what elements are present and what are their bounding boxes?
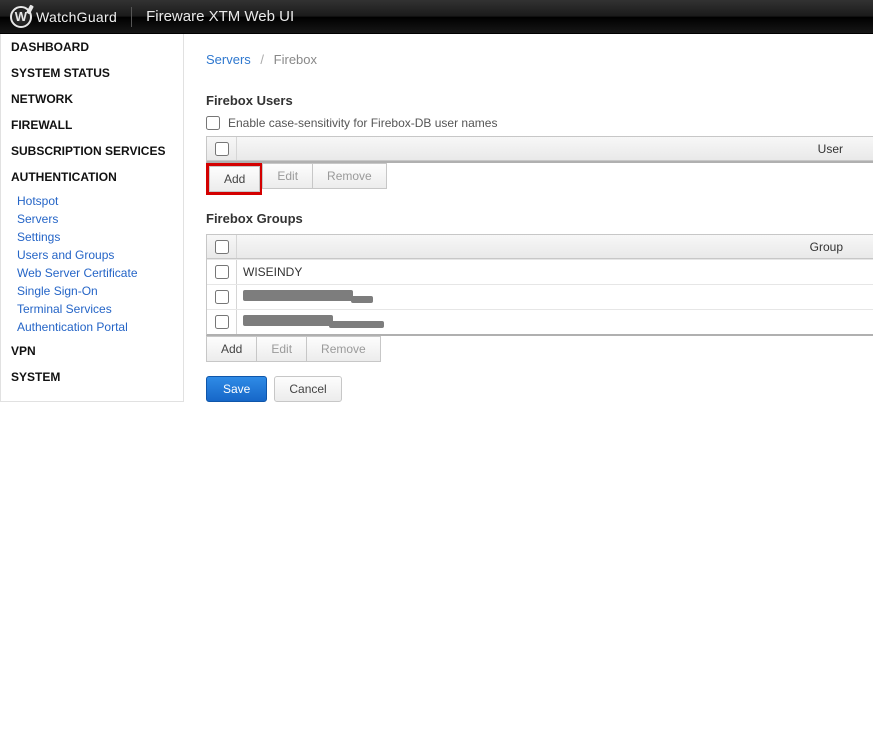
- topbar: WatchGuard Fireware XTM Web UI: [0, 0, 873, 34]
- nav-settings[interactable]: Settings: [17, 228, 183, 246]
- case-sensitivity-checkbox[interactable]: [206, 116, 220, 130]
- group-row-checkbox[interactable]: [215, 290, 229, 304]
- groups-grid: Group WISEINDY: [206, 234, 873, 336]
- groups-button-row: Add Edit Remove: [206, 336, 873, 362]
- groups-select-all-checkbox[interactable]: [215, 240, 229, 254]
- users-column-header: User: [237, 142, 873, 156]
- group-row-checkbox[interactable]: [215, 315, 229, 329]
- case-sensitivity-label: Enable case-sensitivity for Firebox-DB u…: [228, 116, 497, 130]
- users-select-all-checkbox[interactable]: [215, 142, 229, 156]
- nav-network[interactable]: NETWORK: [1, 86, 183, 112]
- nav-subscription-services[interactable]: SUBSCRIPTION SERVICES: [1, 138, 183, 164]
- breadcrumb-separator: /: [260, 52, 264, 67]
- users-edit-button[interactable]: Edit: [262, 163, 313, 189]
- save-button[interactable]: Save: [206, 376, 267, 402]
- breadcrumb-current: Firebox: [274, 52, 317, 67]
- table-row[interactable]: [207, 284, 873, 309]
- users-grid: User: [206, 136, 873, 163]
- highlight-box: Add: [206, 163, 262, 195]
- users-remove-button[interactable]: Remove: [312, 163, 387, 189]
- nav-dashboard[interactable]: DASHBOARD: [1, 34, 183, 60]
- nav-hotspot[interactable]: Hotspot: [17, 192, 183, 210]
- groups-grid-header: Group: [207, 235, 873, 259]
- sidebar: DASHBOARD SYSTEM STATUS NETWORK FIREWALL…: [0, 34, 184, 402]
- nav-users-and-groups[interactable]: Users and Groups: [17, 246, 183, 264]
- nav-single-sign-on[interactable]: Single Sign-On: [17, 282, 183, 300]
- form-actions: Save Cancel: [206, 376, 873, 402]
- nav-servers[interactable]: Servers: [17, 210, 183, 228]
- breadcrumb-parent[interactable]: Servers: [206, 52, 251, 67]
- groups-edit-button[interactable]: Edit: [256, 336, 307, 362]
- cancel-button[interactable]: Cancel: [274, 376, 341, 402]
- main-content: Servers / Firebox Firebox Users Enable c…: [184, 34, 873, 402]
- nav-web-server-certificate[interactable]: Web Server Certificate: [17, 264, 183, 282]
- group-row-name: WISEINDY: [237, 265, 873, 279]
- nav-vpn[interactable]: VPN: [1, 338, 183, 364]
- groups-title: Firebox Groups: [206, 211, 873, 226]
- nav-authentication-portal[interactable]: Authentication Portal: [17, 318, 183, 336]
- users-title: Firebox Users: [206, 93, 873, 108]
- users-add-button[interactable]: Add: [209, 166, 260, 192]
- app-title: Fireware XTM Web UI: [146, 8, 294, 25]
- watchguard-logo-icon: [10, 6, 32, 28]
- brand-logo: WatchGuard: [10, 6, 117, 28]
- nav-authentication-sub: Hotspot Servers Settings Users and Group…: [1, 190, 183, 338]
- groups-remove-button[interactable]: Remove: [306, 336, 381, 362]
- group-row-checkbox[interactable]: [215, 265, 229, 279]
- group-row-name: [237, 315, 873, 329]
- table-row[interactable]: WISEINDY: [207, 259, 873, 284]
- users-button-row: Add Edit Remove: [206, 163, 873, 195]
- topbar-separator: [131, 7, 132, 27]
- group-row-name: [237, 290, 873, 304]
- breadcrumb: Servers / Firebox: [206, 52, 873, 67]
- nav-authentication[interactable]: AUTHENTICATION: [1, 164, 183, 190]
- nav-firewall[interactable]: FIREWALL: [1, 112, 183, 138]
- groups-column-header: Group: [237, 240, 873, 254]
- nav-system[interactable]: SYSTEM: [1, 364, 183, 390]
- nav-system-status[interactable]: SYSTEM STATUS: [1, 60, 183, 86]
- nav-terminal-services[interactable]: Terminal Services: [17, 300, 183, 318]
- brand-name: WatchGuard: [36, 9, 117, 25]
- groups-add-button[interactable]: Add: [206, 336, 257, 362]
- table-row[interactable]: [207, 309, 873, 334]
- users-grid-header: User: [207, 137, 873, 161]
